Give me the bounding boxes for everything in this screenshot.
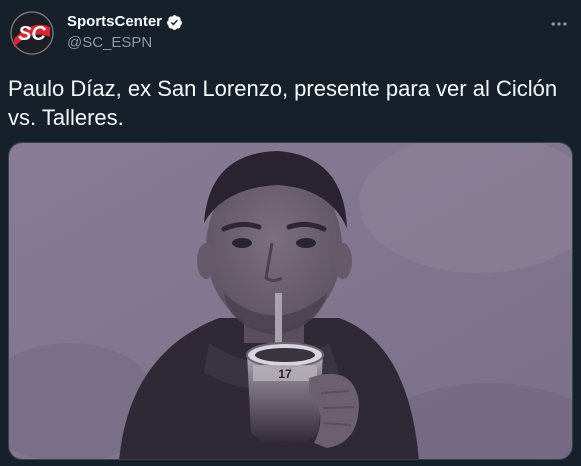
verified-badge-icon xyxy=(167,14,182,30)
display-name[interactable]: SportsCenter xyxy=(67,13,162,31)
tweet-card: SC SportsCenter @SC_ESPN Paulo Díaz, ex … xyxy=(0,0,581,466)
tweet-text: Paulo Díaz, ex San Lorenzo, presente par… xyxy=(8,76,558,130)
mate-cup-marking: 17 xyxy=(278,367,292,381)
logo-text: SC xyxy=(18,23,46,45)
profile-avatar[interactable]: SC xyxy=(8,9,56,57)
more-options-icon xyxy=(551,22,567,26)
photo-content: 17 xyxy=(9,143,572,459)
sportscenter-logo-icon: SC xyxy=(8,9,56,57)
account-handle[interactable]: @SC_ESPN xyxy=(67,34,152,52)
more-options-button[interactable] xyxy=(547,12,571,36)
name-row: SportsCenter xyxy=(67,13,183,31)
tweet-photo[interactable]: 17 xyxy=(8,142,573,460)
